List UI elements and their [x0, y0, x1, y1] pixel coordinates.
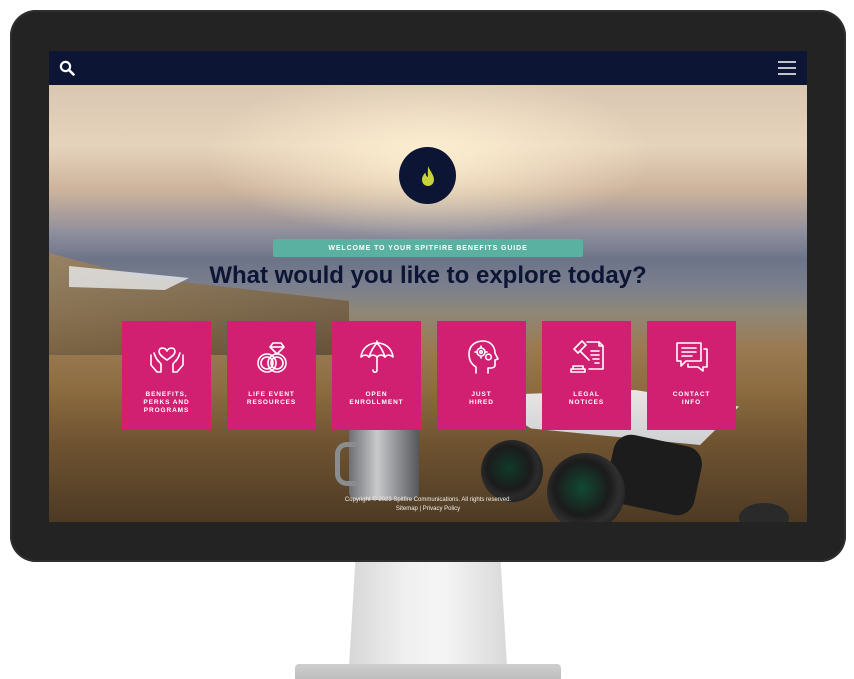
- gavel-document-icon: [569, 340, 604, 373]
- flame-drop-icon: [421, 165, 434, 186]
- umbrella-icon: [359, 340, 394, 374]
- website-screen: WELCOME TO YOUR SPITFIRE BENEFITS GUIDE …: [49, 51, 807, 522]
- hero-background: WELCOME TO YOUR SPITFIRE BENEFITS GUIDE …: [49, 85, 807, 522]
- footer-separator: |: [419, 506, 422, 512]
- tile-just-hired[interactable]: JUST HIRED: [437, 321, 526, 430]
- tile-legal-notices[interactable]: LEGAL NOTICES: [542, 321, 631, 430]
- tile-label: LIFE EVENT RESOURCES: [246, 391, 297, 406]
- tile-life-event-resources[interactable]: LIFE EVENT RESOURCES: [227, 321, 316, 430]
- footer-links: Sitemap | Privacy Policy: [49, 506, 807, 512]
- tile-label: OPEN ENROLLMENT: [349, 391, 404, 406]
- binoculars-lens-image: [481, 440, 543, 502]
- privacy-policy-link[interactable]: Privacy Policy: [423, 506, 460, 512]
- search-icon[interactable]: [59, 60, 75, 76]
- tile-benefits-perks-programs[interactable]: BENEFITS, PERKS AND PROGRAMS: [122, 321, 211, 430]
- logo[interactable]: [399, 147, 456, 204]
- tile-label: JUST HIRED: [469, 391, 494, 406]
- tile-label: LEGAL NOTICES: [568, 391, 605, 406]
- sitemap-link[interactable]: Sitemap: [396, 506, 418, 512]
- rings-icon: [256, 342, 287, 373]
- chat-bubbles-icon: [675, 342, 708, 372]
- hamburger-menu-icon[interactable]: [777, 60, 797, 76]
- tile-label: CONTACT INFO: [672, 391, 711, 406]
- page-headline: What would you like to explore today?: [209, 262, 647, 289]
- tile-contact-info[interactable]: CONTACT INFO: [647, 321, 736, 430]
- tile-open-enrollment[interactable]: OPEN ENROLLMENT: [332, 321, 421, 430]
- welcome-banner: WELCOME TO YOUR SPITFIRE BENEFITS GUIDE: [273, 239, 583, 257]
- tile-label: BENEFITS, PERKS AND PROGRAMS: [143, 391, 190, 414]
- monitor-stand-base: [295, 664, 561, 679]
- footer-copyright: Copyright © 2023 Spitfire Communications…: [344, 497, 512, 503]
- camping-mug-image: [335, 420, 419, 500]
- monitor-stand: [349, 562, 507, 666]
- top-navigation-bar: [49, 51, 807, 85]
- head-gears-icon: [467, 340, 499, 374]
- hands-heart-icon: [149, 347, 184, 373]
